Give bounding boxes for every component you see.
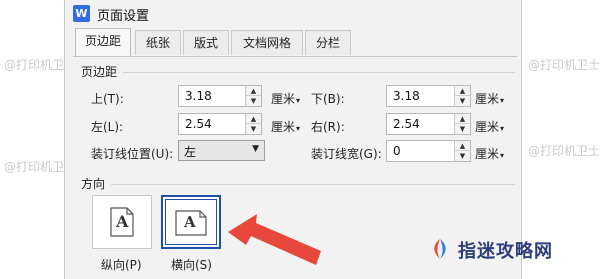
brand-name: 指迷攻略网: [458, 241, 553, 262]
brand-logo-icon: [434, 239, 446, 259]
